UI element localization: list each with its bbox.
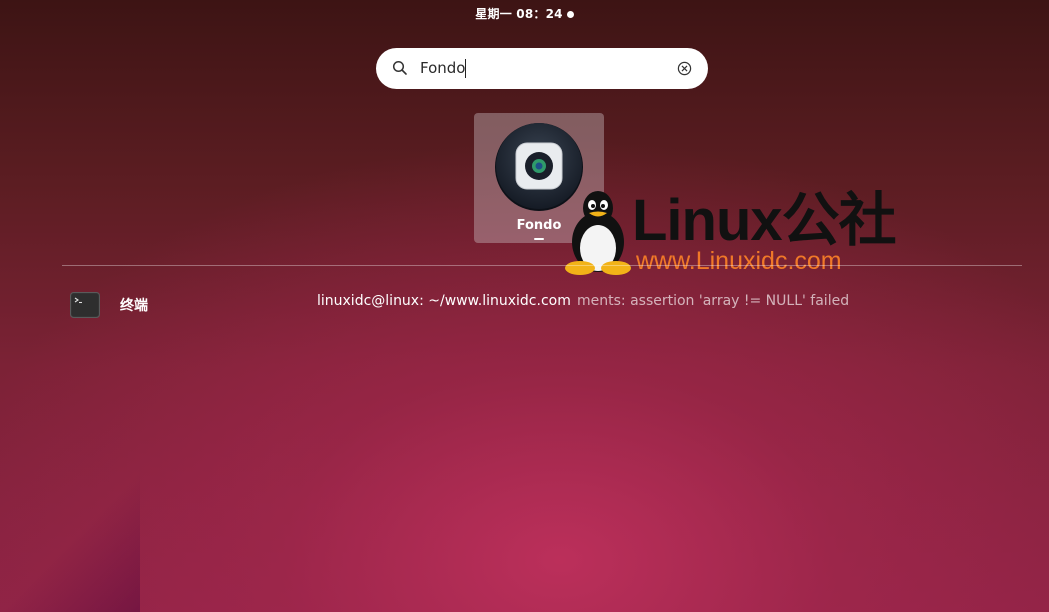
search-box[interactable] (376, 48, 708, 89)
search-provider-terminal[interactable]: 终端 linuxidc@linux: ~/www.linuxidc.com me… (62, 286, 1022, 326)
clock[interactable]: 星期一 08：24 (475, 5, 574, 22)
clear-icon[interactable] (677, 61, 692, 76)
search-input[interactable] (420, 57, 660, 79)
notification-dot (566, 10, 574, 18)
running-indicator (534, 238, 544, 240)
clock-label: 星期一 08：24 (475, 6, 563, 21)
watermark-url: www.Linuxidc.com (636, 247, 842, 275)
tux-penguin-icon (565, 191, 631, 275)
wallpaper-corner (0, 472, 140, 612)
provider-result-description: ments: assertion 'array != NULL' failed (577, 293, 850, 309)
provider-name: 终端 (120, 298, 148, 314)
watermark-title: Linux公社 (632, 188, 897, 253)
provider-result-title[interactable]: linuxidc@linux: ~/www.linuxidc.com (317, 293, 571, 309)
top-bar: 星期一 08：24 (0, 4, 1049, 22)
results-divider (62, 265, 1022, 266)
text-caret (465, 59, 466, 78)
terminal-icon (70, 292, 100, 318)
search-icon (392, 60, 407, 75)
